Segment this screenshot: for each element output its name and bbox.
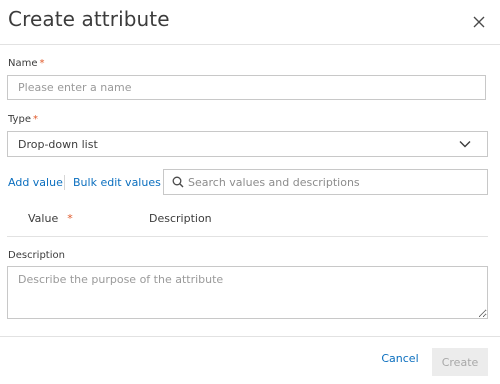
description-textarea[interactable] xyxy=(7,266,488,319)
create-attribute-dialog: Create attribute Name* Type* Drop-down l… xyxy=(0,0,500,384)
dialog-footer xyxy=(0,336,500,384)
toolbar-divider xyxy=(64,175,65,190)
name-label: Name * xyxy=(8,58,45,70)
close-icon xyxy=(473,16,485,28)
search-icon xyxy=(172,176,184,188)
name-input[interactable] xyxy=(7,75,486,100)
required-mark: * xyxy=(32,114,38,125)
type-select[interactable]: Drop-down list xyxy=(7,131,488,157)
add-value-link[interactable]: Add value xyxy=(8,176,63,190)
table-divider xyxy=(7,236,488,237)
required-mark: * xyxy=(39,58,45,69)
close-button[interactable] xyxy=(466,9,492,35)
dialog-title: Create attribute xyxy=(8,7,170,31)
type-label: Type * xyxy=(8,114,38,126)
name-label-text: Name xyxy=(8,58,38,69)
value-column-label: Value xyxy=(28,212,59,225)
cancel-button[interactable]: Cancel xyxy=(375,345,425,371)
bulk-edit-values-link[interactable]: Bulk edit values xyxy=(73,176,161,190)
values-search-input[interactable] xyxy=(188,170,483,194)
type-selected-value: Drop-down list xyxy=(18,137,98,151)
type-label-text: Type xyxy=(8,114,31,125)
required-mark: * xyxy=(67,212,73,225)
chevron-down-icon xyxy=(459,141,471,148)
value-column-header: Value * xyxy=(28,212,73,226)
dialog-header: Create attribute xyxy=(0,0,500,45)
description-column-header: Description xyxy=(149,212,212,226)
values-search-box xyxy=(163,169,488,195)
description-label: Description xyxy=(8,250,65,261)
create-button[interactable]: Create xyxy=(432,348,488,376)
description-column-label: Description xyxy=(149,212,212,225)
